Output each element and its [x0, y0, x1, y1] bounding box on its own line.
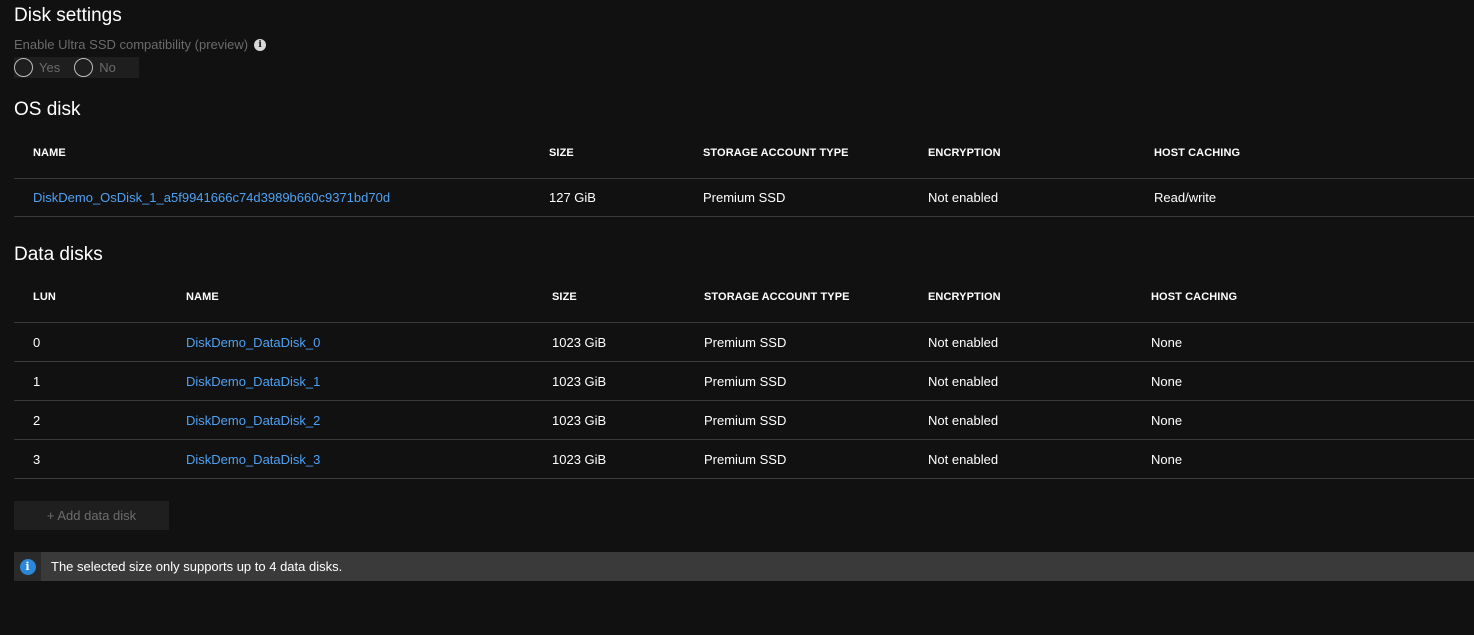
os-disk-table: NAME SIZE STORAGE ACCOUNT TYPE ENCRYPTIO… [14, 128, 1474, 217]
column-header-encryption: ENCRYPTION [928, 128, 1154, 179]
ultra-ssd-label: Enable Ultra SSD compatibility (preview) [14, 37, 249, 52]
column-header-lun: LUN [14, 271, 186, 323]
data-disk-storage-type: Premium SSD [704, 322, 928, 362]
data-disk-encryption: Not enabled [928, 439, 1151, 479]
column-header-size: SIZE [549, 128, 703, 179]
table-row[interactable]: 1 DiskDemo_DataDisk_1 1023 GiB Premium S… [14, 361, 1474, 401]
data-disks-header-row: LUN NAME SIZE STORAGE ACCOUNT TYPE ENCRY… [14, 271, 1474, 323]
data-disk-encryption: Not enabled [928, 361, 1151, 401]
data-disk-name-cell: DiskDemo_DataDisk_0 [186, 322, 552, 362]
data-disk-storage-type: Premium SSD [704, 400, 928, 440]
os-disk-name-cell: DiskDemo_OsDisk_1_a5f9941666c74d3989b660… [14, 178, 549, 217]
data-disk-host-caching: None [1151, 322, 1474, 362]
data-disk-host-caching: None [1151, 439, 1474, 479]
column-header-storage-type: STORAGE ACCOUNT TYPE [703, 128, 928, 179]
os-disk-size: 127 GiB [549, 178, 703, 217]
column-header-storage-type: STORAGE ACCOUNT TYPE [704, 271, 928, 323]
info-icon: i [19, 558, 36, 575]
data-disk-host-caching: None [1151, 400, 1474, 440]
ultra-ssd-radio-group: Yes No [14, 57, 139, 78]
data-disk-lun: 2 [14, 400, 186, 440]
data-disks-table: LUN NAME SIZE STORAGE ACCOUNT TYPE ENCRY… [14, 271, 1474, 479]
radio-no-label: No [99, 60, 116, 75]
os-disk-name-link[interactable]: DiskDemo_OsDisk_1_a5f9941666c74d3989b660… [33, 190, 390, 205]
table-row: DiskDemo_OsDisk_1_a5f9941666c74d3989b660… [14, 178, 1474, 217]
os-disk-host-caching: Read/write [1154, 178, 1474, 217]
os-disk-encryption: Not enabled [928, 178, 1154, 217]
column-header-size: SIZE [552, 271, 704, 323]
data-disk-size: 1023 GiB [552, 400, 704, 440]
data-disk-encryption: Not enabled [928, 400, 1151, 440]
data-disk-encryption: Not enabled [928, 322, 1151, 362]
data-disk-size: 1023 GiB [552, 322, 704, 362]
info-message-bar: i The selected size only supports up to … [14, 552, 1474, 581]
info-message-text: The selected size only supports up to 4 … [51, 559, 343, 574]
data-disk-name-link[interactable]: DiskDemo_DataDisk_3 [186, 452, 320, 467]
os-disk-storage-type: Premium SSD [703, 178, 928, 217]
column-header-name: NAME [14, 128, 549, 179]
add-data-disk-button[interactable]: + Add data disk [14, 501, 169, 530]
data-disk-lun: 1 [14, 361, 186, 401]
data-disk-size: 1023 GiB [552, 439, 704, 479]
ultra-ssd-no-option[interactable]: No [74, 58, 116, 77]
data-disk-storage-type: Premium SSD [704, 439, 928, 479]
data-disks-title: Data disks [14, 244, 103, 265]
data-disk-name-link[interactable]: DiskDemo_DataDisk_2 [186, 413, 320, 428]
info-icon[interactable]: i [254, 38, 267, 51]
column-header-name: NAME [186, 271, 552, 323]
data-disk-name-cell: DiskDemo_DataDisk_1 [186, 361, 552, 401]
os-disk-title: OS disk [14, 99, 81, 120]
data-disk-storage-type: Premium SSD [704, 361, 928, 401]
data-disk-host-caching: None [1151, 361, 1474, 401]
ultra-ssd-label-row: Enable Ultra SSD compatibility (preview)… [14, 36, 267, 53]
data-disk-name-cell: DiskDemo_DataDisk_3 [186, 439, 552, 479]
table-row[interactable]: 3 DiskDemo_DataDisk_3 1023 GiB Premium S… [14, 439, 1474, 479]
info-icon-box: i [14, 552, 41, 581]
radio-yes-label: Yes [39, 60, 61, 75]
table-row[interactable]: 2 DiskDemo_DataDisk_2 1023 GiB Premium S… [14, 400, 1474, 440]
data-disk-size: 1023 GiB [552, 361, 704, 401]
disk-settings-page: Disk settings Enable Ultra SSD compatibi… [0, 0, 1474, 635]
column-header-encryption: ENCRYPTION [928, 271, 1151, 323]
os-disk-header-row: NAME SIZE STORAGE ACCOUNT TYPE ENCRYPTIO… [14, 128, 1474, 179]
radio-no-circle[interactable] [74, 58, 94, 77]
data-disk-lun: 3 [14, 439, 186, 479]
data-disk-name-cell: DiskDemo_DataDisk_2 [186, 400, 552, 440]
data-disk-name-link[interactable]: DiskDemo_DataDisk_0 [186, 335, 320, 350]
data-disk-lun: 0 [14, 322, 186, 362]
table-row[interactable]: 0 DiskDemo_DataDisk_0 1023 GiB Premium S… [14, 322, 1474, 362]
data-disk-name-link[interactable]: DiskDemo_DataDisk_1 [186, 374, 320, 389]
ultra-ssd-yes-option[interactable]: Yes [14, 58, 60, 77]
column-header-host-caching: HOST CACHING [1151, 271, 1474, 323]
radio-yes-circle[interactable] [14, 58, 33, 77]
column-header-host-caching: HOST CACHING [1154, 128, 1474, 179]
disk-settings-title: Disk settings [14, 5, 122, 26]
